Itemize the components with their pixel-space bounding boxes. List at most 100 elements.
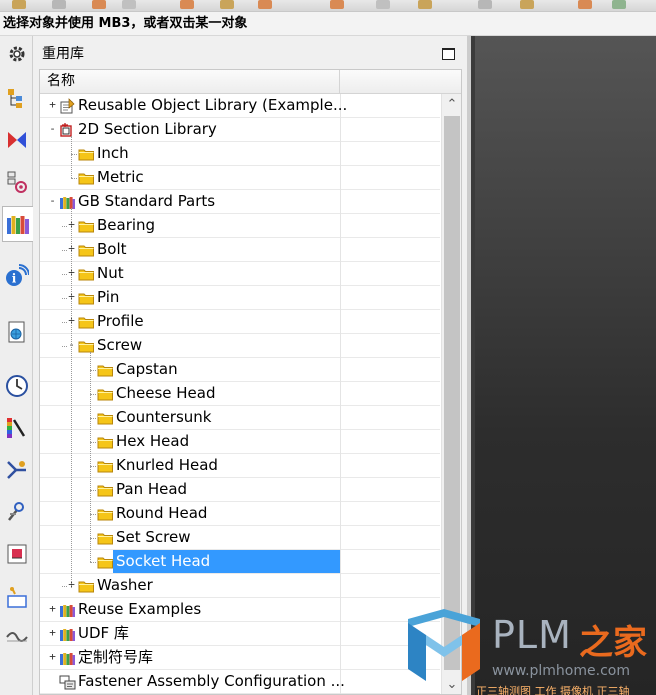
assembly-navigator-icon <box>5 86 29 110</box>
tree-item-label: UDF 库 <box>78 624 129 642</box>
toolbar-tool-icon[interactable] <box>52 0 66 9</box>
tree-item-label: Pin <box>97 288 120 306</box>
tree-line <box>71 178 77 179</box>
part-navigator-icon <box>5 170 29 194</box>
tree-item-label: Round Head <box>116 504 208 522</box>
tree-item-label: Pan Head <box>116 480 188 498</box>
toolbar-tool-icon[interactable] <box>520 0 534 9</box>
tree-row[interactable]: Metric <box>40 166 440 190</box>
graphics-window[interactable] <box>467 36 656 695</box>
tree-item-label: Inch <box>97 144 129 162</box>
toolbar-tool-icon[interactable] <box>418 0 432 9</box>
reuse-library-panel: 重用库 名称 + Reusable Object Library (Example… <box>33 36 467 695</box>
scroll-up-icon[interactable]: ⌃ <box>442 94 462 114</box>
constraint-navigator-icon <box>5 128 29 152</box>
info-feed-tab[interactable]: i <box>3 262 31 290</box>
toolbar-tool-icon[interactable] <box>612 0 626 9</box>
color-palette-icon <box>5 416 29 440</box>
books-library-icon <box>59 194 76 210</box>
tree-row[interactable]: Countersunk <box>40 406 440 430</box>
history-clock-tab[interactable] <box>3 372 31 400</box>
tree-row[interactable]: - GB Standard Parts <box>40 190 440 214</box>
folder-icon <box>97 482 114 498</box>
tree-row[interactable]: Pan Head <box>40 478 440 502</box>
collapse-icon[interactable]: - <box>48 123 57 134</box>
toolbar-tool-icon[interactable] <box>220 0 234 9</box>
manufacturing-wizard-tab[interactable] <box>3 498 31 526</box>
tree-row[interactable]: Round Head <box>40 502 440 526</box>
reuse-library-tab[interactable] <box>2 206 33 242</box>
scrollbar-thumb[interactable] <box>444 116 460 670</box>
folder-icon <box>97 362 114 378</box>
column-divider <box>340 406 341 430</box>
tree-row[interactable]: Capstan <box>40 358 440 382</box>
part-navigator-tab[interactable] <box>3 168 31 196</box>
constraint-navigator-tab[interactable] <box>3 126 31 154</box>
vertical-scrollbar[interactable]: ⌃ ⌄ <box>441 94 461 694</box>
expand-icon[interactable]: + <box>48 651 57 662</box>
tree-item-label: Reuse Examples <box>78 600 202 618</box>
tree-row[interactable]: + Nut <box>40 262 440 286</box>
web-browser-icon <box>5 320 29 344</box>
toolbar-tool-icon[interactable] <box>180 0 194 9</box>
process-studio-icon <box>5 458 29 482</box>
roles-tab[interactable] <box>3 540 31 568</box>
tree-row[interactable]: + Reuse Examples <box>40 598 440 622</box>
assembly-navigator-tab[interactable] <box>3 84 31 112</box>
toolbar-tool-icon[interactable] <box>258 0 272 9</box>
tree-row[interactable]: Socket Head <box>40 550 440 574</box>
tree-row[interactable]: + Profile <box>40 310 440 334</box>
tree-line <box>62 274 67 275</box>
tree-row[interactable]: Knurled Head <box>40 454 440 478</box>
tree-row[interactable]: + 定制符号库 <box>40 646 440 670</box>
toolbar-tool-icon[interactable] <box>578 0 592 9</box>
tree-row[interactable]: + UDF 库 <box>40 622 440 646</box>
column-divider <box>340 502 341 526</box>
resource-bar: i <box>0 36 33 695</box>
tree-row[interactable]: Cheese Head <box>40 382 440 406</box>
tree-line <box>90 418 96 419</box>
books-library-icon <box>59 602 76 618</box>
expand-icon[interactable]: + <box>48 603 57 614</box>
gear-tab[interactable] <box>3 40 31 68</box>
toolbar-tool-icon[interactable] <box>92 0 106 9</box>
sketch-tab[interactable] <box>3 621 31 649</box>
tree-item-label: 定制符号库 <box>78 648 154 666</box>
toolbar-tool-icon[interactable] <box>330 0 344 9</box>
section-library-icon <box>59 122 76 138</box>
tree-item-label: Socket Head <box>113 550 340 573</box>
column-divider <box>340 526 341 550</box>
folder-icon <box>78 242 95 258</box>
system-materials-tab[interactable] <box>3 584 31 612</box>
expand-icon[interactable]: + <box>48 627 57 638</box>
toolbar-tool-icon[interactable] <box>376 0 390 9</box>
column-divider <box>340 574 341 598</box>
collapse-icon[interactable]: - <box>48 195 57 206</box>
column-divider <box>340 550 341 574</box>
folder-icon <box>78 146 95 162</box>
tree-row[interactable]: + Bolt <box>40 238 440 262</box>
tree-row[interactable]: Set Screw <box>40 526 440 550</box>
color-palette-tab[interactable] <box>3 414 31 442</box>
tree-row[interactable]: + Washer <box>40 574 440 598</box>
folder-icon <box>78 290 95 306</box>
process-studio-tab[interactable] <box>3 456 31 484</box>
tree-row[interactable]: + Reusable Object Library (Example... <box>40 94 440 118</box>
column-divider <box>340 382 341 406</box>
tree-row[interactable]: + Pin <box>40 286 440 310</box>
tree-row[interactable]: + Bearing <box>40 214 440 238</box>
view-status-text: 正三轴测图 工作 摄像机 正三轴 <box>476 685 630 695</box>
web-browser-tab[interactable] <box>3 318 31 346</box>
expand-icon[interactable]: + <box>48 99 57 110</box>
column-header-name[interactable]: 名称 <box>40 70 340 93</box>
maximize-icon[interactable] <box>442 48 455 60</box>
tree-row[interactable]: Inch <box>40 142 440 166</box>
tree-row[interactable]: Hex Head <box>40 430 440 454</box>
toolbar-tool-icon[interactable] <box>478 0 492 9</box>
tree-row[interactable]: - Screw <box>40 334 440 358</box>
tree-row[interactable]: - 2D Section Library <box>40 118 440 142</box>
toolbar-tool-icon[interactable] <box>122 0 136 9</box>
toolbar-tool-icon[interactable] <box>12 0 26 9</box>
tree-row[interactable]: Fastener Assembly Configuration ... <box>40 670 440 694</box>
tree-line <box>90 394 96 395</box>
